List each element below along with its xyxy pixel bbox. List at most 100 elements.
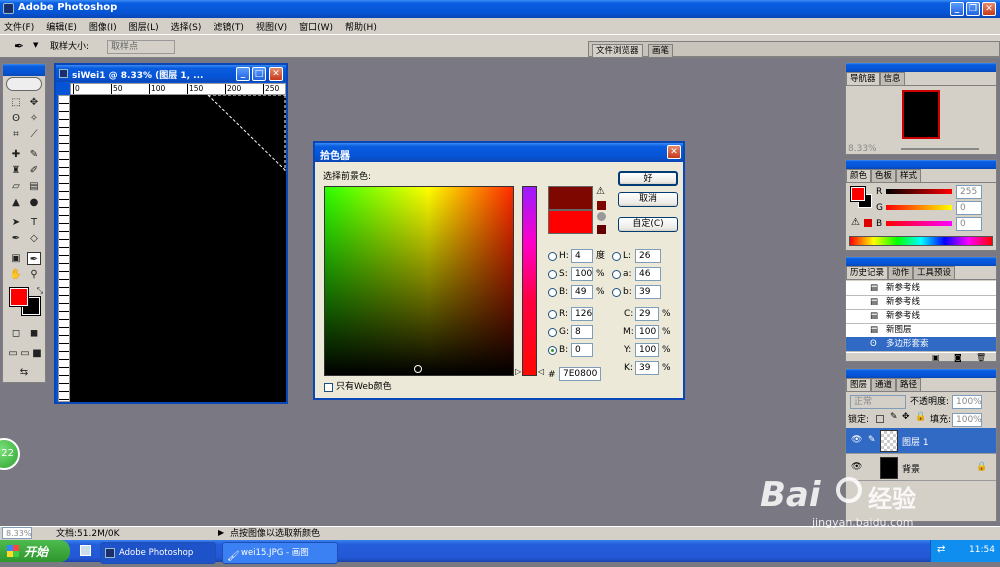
hue-slider[interactable] [522, 186, 537, 376]
brush-tool-icon[interactable]: ✎ [27, 148, 41, 161]
healing-brush-icon[interactable]: ✚ [9, 148, 23, 161]
color-warning-icon[interactable]: ⚠ [851, 217, 860, 228]
tab-paths[interactable]: 路径 [896, 378, 922, 391]
crop-tool-icon[interactable]: ⌗ [9, 128, 23, 141]
radio-a[interactable] [612, 270, 621, 279]
marquee-tool-icon[interactable]: ⬚ [9, 96, 23, 109]
zoom-tool-icon[interactable]: ⚲ [27, 268, 41, 281]
quickmask-off-icon[interactable]: ◻ [9, 327, 23, 340]
navigator-zoom-slider[interactable] [901, 148, 979, 150]
menu-item-2[interactable]: 图像(I) [89, 20, 117, 33]
foreground-color-swatch[interactable] [9, 287, 29, 307]
doc-maximize-button[interactable]: □ [252, 67, 266, 81]
color-g-slider[interactable] [886, 205, 952, 210]
list-item[interactable]: ▤ 新图层 [846, 323, 996, 338]
tab-color[interactable]: 颜色 [846, 169, 872, 182]
notes-tool-icon[interactable]: ▣ [9, 252, 23, 265]
cancel-button[interactable]: 取消 [618, 192, 678, 207]
input-s[interactable]: 100 [571, 267, 593, 281]
gamut-swatch[interactable] [597, 201, 606, 210]
color-r-input[interactable]: 255 [956, 185, 982, 199]
tab-info[interactable]: 信息 [879, 72, 905, 85]
input-g[interactable]: 8 [571, 325, 593, 339]
input-h[interactable]: 4 [571, 249, 593, 263]
eraser-tool-icon[interactable]: ▱ [9, 180, 23, 193]
swap-colors-icon[interactable]: ⤡ [33, 284, 47, 297]
color-panel-fg-swatch[interactable] [850, 186, 866, 202]
web-only-checkbox[interactable] [324, 383, 333, 392]
lock-all-icon[interactable]: 🔒 [915, 412, 926, 422]
color-warning-swatch[interactable] [864, 219, 872, 227]
status-arrow-icon[interactable]: ▶ [218, 528, 224, 537]
tab-swatches[interactable]: 色板 [871, 169, 897, 182]
taskbar-photoshop[interactable]: Adobe Photoshop [100, 542, 216, 564]
input-hex[interactable]: 7E0800 [559, 367, 601, 381]
input-m[interactable]: 100 [635, 325, 659, 339]
color-ramp[interactable] [849, 236, 993, 246]
fill-input[interactable]: 100% [952, 413, 982, 427]
type-tool-icon[interactable]: T [27, 216, 41, 229]
list-item[interactable]: ▤ 新参考线 [846, 295, 996, 310]
web-safe-icon[interactable] [597, 212, 606, 221]
color-g-input[interactable]: 0 [956, 201, 982, 215]
menu-item-4[interactable]: 选择(S) [171, 20, 202, 33]
ok-button[interactable]: 好 [618, 171, 678, 186]
clock[interactable]: 11:54 [969, 545, 995, 555]
radio-h[interactable] [548, 252, 557, 261]
list-item-selected[interactable]: ʘ 多边形套索 [846, 337, 996, 352]
layer-name[interactable]: 背景 [902, 462, 920, 475]
input-r[interactable]: 126 [571, 307, 593, 321]
jump-to-imageready-icon[interactable]: ⇆ [17, 366, 31, 379]
quickmask-on-icon[interactable]: ◼ [27, 327, 41, 340]
lock-brush-icon[interactable]: ✎ [890, 412, 898, 422]
custom-button[interactable]: 自定(C) [618, 217, 678, 232]
input-b[interactable]: 49 [571, 285, 593, 299]
tab-actions[interactable]: 动作 [888, 266, 914, 279]
color-b-input[interactable]: 0 [956, 217, 982, 231]
doc-close-button[interactable]: ✕ [269, 67, 283, 81]
list-item[interactable]: ▤ 新参考线 [846, 281, 996, 296]
magic-wand-icon[interactable]: ✧ [27, 112, 41, 125]
close-button[interactable]: ✕ [982, 2, 996, 16]
history-brush-icon[interactable]: ✐ [27, 164, 41, 177]
history-trash-icon[interactable]: 🗑 [976, 353, 986, 362]
hand-tool-icon[interactable]: ✋ [9, 268, 23, 281]
gradient-tool-icon[interactable]: ▤ [27, 180, 41, 193]
history-new-snapshot-icon[interactable]: ▣ [932, 353, 940, 362]
quick-launch-icon[interactable] [80, 545, 91, 556]
canvas[interactable] [70, 95, 286, 402]
radio-lab-b[interactable] [612, 288, 621, 297]
lasso-tool-icon[interactable]: ʘ [9, 112, 23, 125]
layer-name[interactable]: 图层 1 [902, 435, 929, 448]
network-icon[interactable]: ⇄ [937, 544, 945, 555]
tab-navigator[interactable]: 导航器 [846, 72, 880, 85]
input-blue[interactable]: 0 [571, 343, 593, 357]
menu-item-6[interactable]: 视图(V) [256, 20, 287, 33]
input-lab-b[interactable]: 39 [635, 285, 661, 299]
input-c[interactable]: 29 [635, 307, 659, 321]
radio-s[interactable] [548, 270, 557, 279]
color-field-cursor[interactable] [414, 365, 422, 373]
doc-minimize-button[interactable]: _ [236, 67, 250, 81]
web-safe-swatch[interactable] [597, 225, 606, 234]
blend-mode-select[interactable]: 正常 [850, 395, 906, 409]
pen-tool-icon[interactable]: ✒ [9, 232, 23, 245]
taskbar-paint[interactable]: 🖌 wei15.JPG - 画图 [222, 542, 338, 564]
lock-move-icon[interactable]: ✥ [902, 412, 910, 422]
tab-layers[interactable]: 图层 [846, 378, 872, 391]
gamut-warning-icon[interactable]: ⚠ [596, 186, 605, 197]
clone-stamp-icon[interactable]: ♜ [9, 164, 23, 177]
blur-tool-icon[interactable]: ▲ [9, 196, 23, 209]
tab-channels[interactable]: 通道 [871, 378, 897, 391]
radio-blue[interactable] [548, 346, 557, 355]
status-zoom[interactable]: 8.33% [2, 527, 32, 539]
layer-eye-icon[interactable]: 👁 [851, 462, 862, 472]
list-item[interactable]: ▤ 新参考线 [846, 309, 996, 324]
layer-eye-icon[interactable]: 👁 [851, 435, 862, 445]
dodge-tool-icon[interactable]: ● [27, 196, 41, 209]
color-r-slider[interactable] [886, 189, 952, 194]
navigator-thumbnail[interactable] [902, 90, 940, 139]
menu-item-0[interactable]: 文件(F) [4, 20, 34, 33]
menu-item-7[interactable]: 窗口(W) [299, 20, 333, 33]
sample-size-select[interactable]: 取样点 [107, 40, 175, 54]
